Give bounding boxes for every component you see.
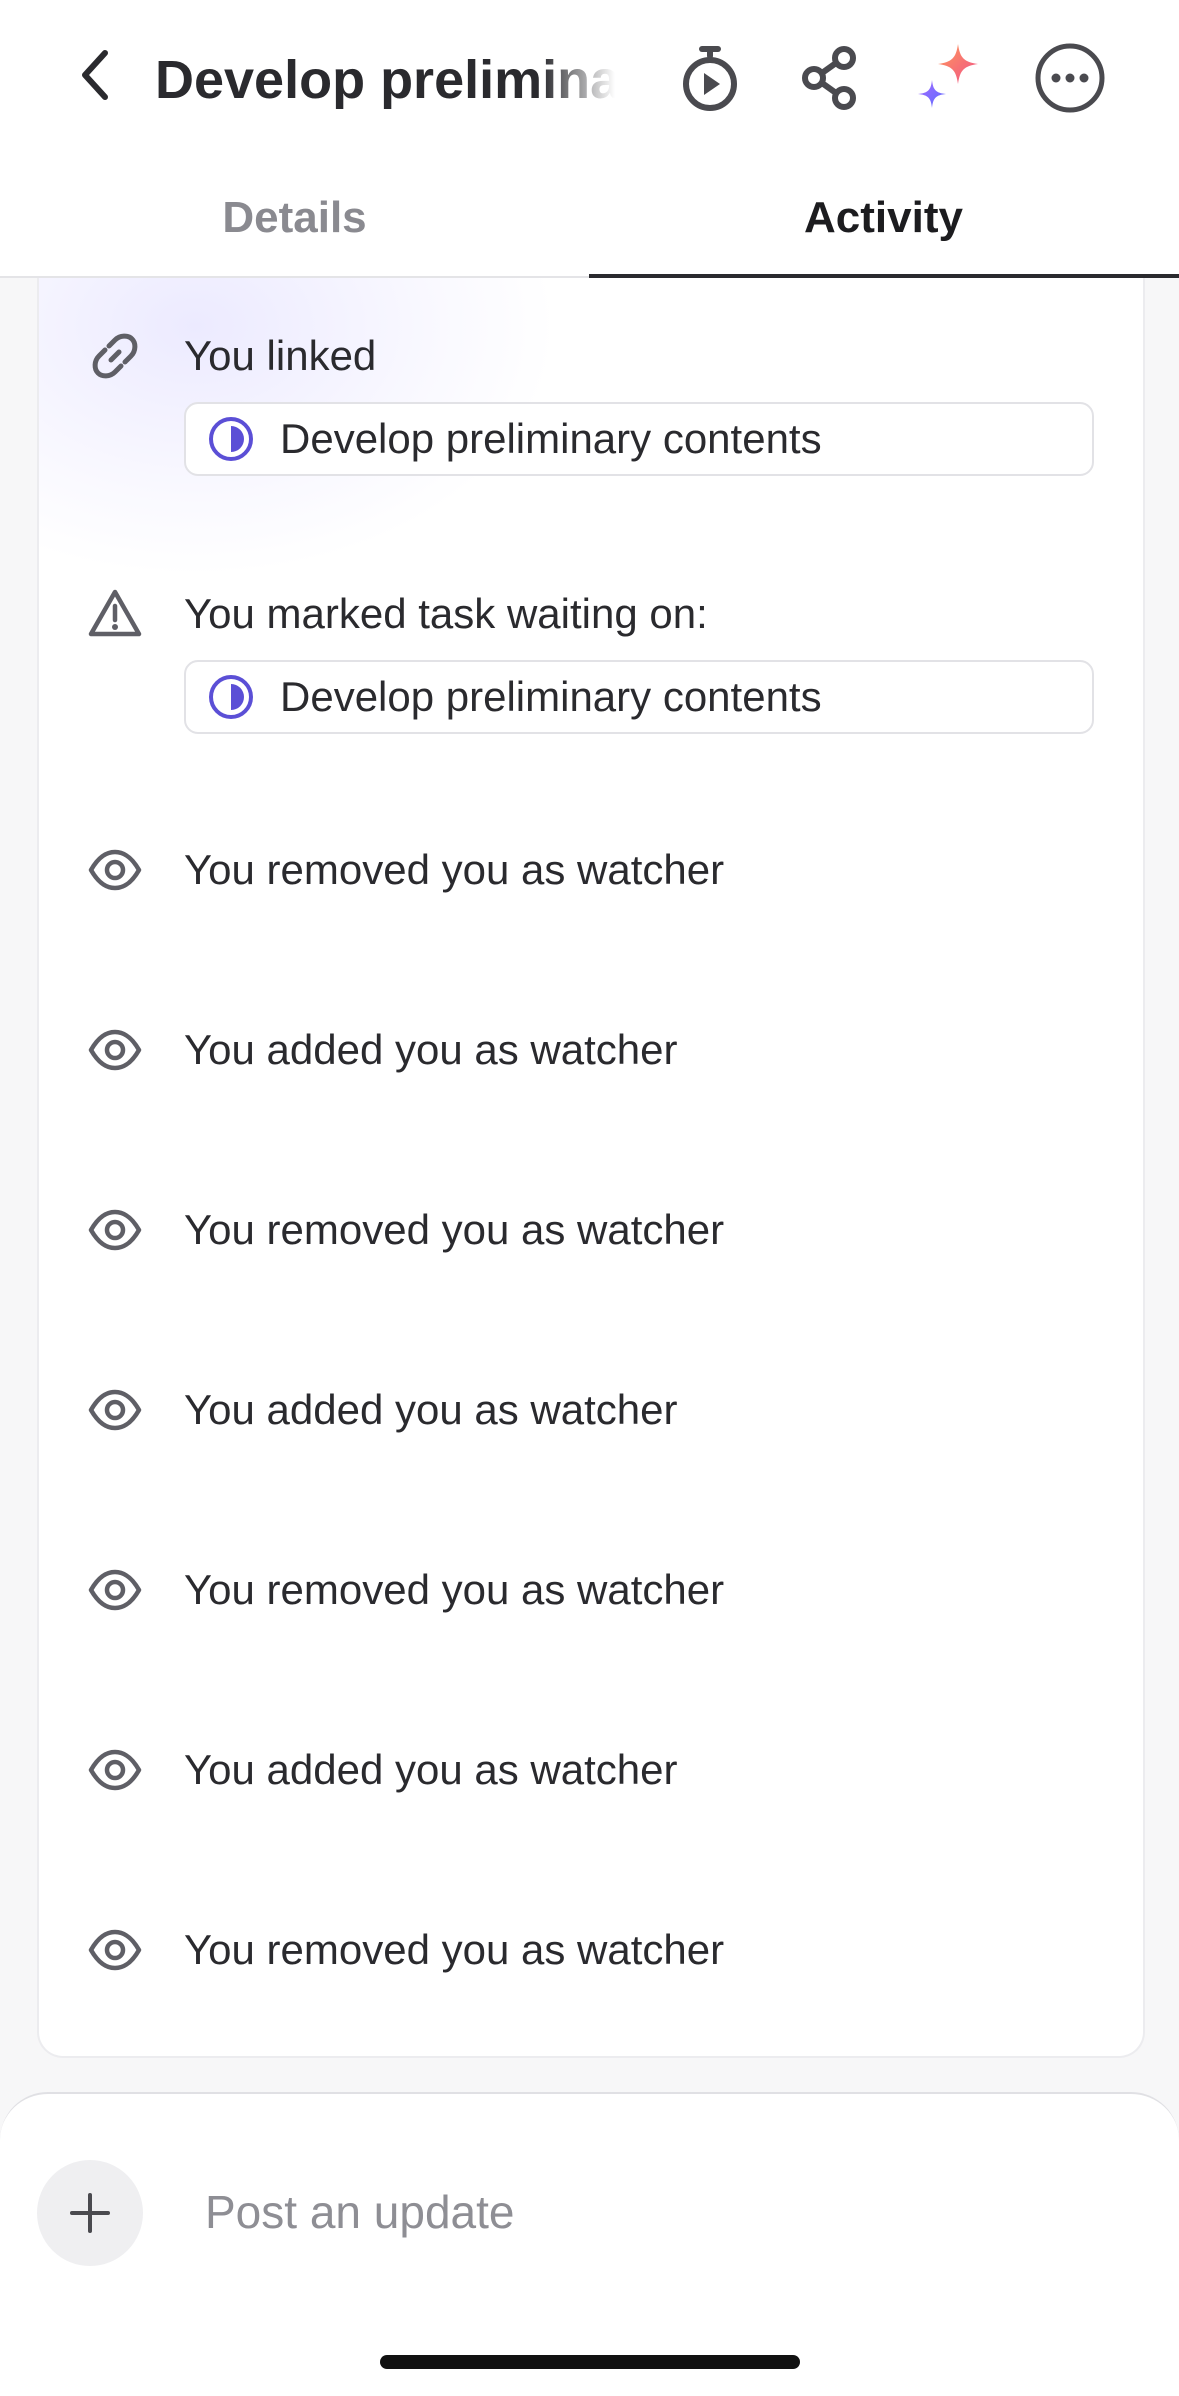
eye-icon [87,1022,143,1078]
ai-sparkle-icon [918,44,978,108]
eye-icon [87,1742,143,1798]
eye-icon [87,842,143,898]
activity-text: You marked task waiting on: [184,590,708,637]
more-options-icon [1035,43,1105,113]
share-button[interactable] [790,38,870,118]
warning-icon [87,586,143,642]
activity-text: You added you as watcher [184,1746,678,1793]
tab-activity[interactable]: Activity [589,160,1178,276]
activity-item-watcher: You removed you as watcher [39,1202,1143,1258]
activity-item-watcher: You removed you as watcher [39,1922,1143,1978]
activity-text: You added you as watcher [184,1386,678,1433]
task-status-icon [206,672,256,722]
tab-details[interactable]: Details [0,160,589,276]
tab-bar: Details Activity [0,160,1179,278]
add-attachment-button[interactable] [37,2160,143,2266]
plus-icon [70,2193,110,2233]
ai-button[interactable] [910,38,990,118]
top-bar: Develop preliminary contents [0,0,1179,160]
activity-text: You removed you as watcher [184,1566,725,1613]
activity-item-watcher: You removed you as watcher [39,1562,1143,1618]
activity-item-waiting-on: You marked task waiting on: Develop prel… [39,586,1143,736]
home-indicator[interactable] [380,2355,800,2369]
task-chip-label: Develop preliminary contents [280,673,822,720]
eye-icon [87,1202,143,1258]
back-button[interactable] [60,40,130,110]
activity-item-linked: You linked Develop preliminary contents [39,328,1143,478]
activity-text: You removed you as watcher [184,1206,725,1253]
link-icon [87,328,143,384]
linked-task-chip[interactable]: Develop preliminary contents [184,402,1094,476]
activity-text: You removed you as watcher [184,846,725,893]
activity-item-watcher: You added you as watcher [39,1022,1143,1078]
activity-text: You removed you as watcher [184,1926,725,1973]
share-icon [802,46,856,110]
task-chip-label: Develop preliminary contents [280,415,822,462]
back-chevron-icon [82,50,108,100]
activity-text: You added you as watcher [184,1026,678,1073]
activity-item-watcher: You added you as watcher [39,1382,1143,1438]
timer-play-icon [683,46,737,111]
waiting-on-task-chip[interactable]: Develop preliminary contents [184,660,1094,734]
comment-composer [0,2092,1179,2396]
activity-item-watcher: You added you as watcher [39,1742,1143,1798]
task-title: Develop preliminary contents [155,50,615,110]
eye-icon [87,1382,143,1438]
eye-icon [87,1562,143,1618]
activity-item-watcher: You removed you as watcher [39,842,1143,898]
eye-icon [87,1922,143,1978]
task-status-icon [206,414,256,464]
activity-feed: You linked Develop preliminary contents … [37,278,1145,2058]
timer-button[interactable] [670,38,750,118]
post-update-input[interactable] [205,2172,1105,2252]
more-options-button[interactable] [1030,38,1110,118]
activity-text: You linked [184,332,377,379]
